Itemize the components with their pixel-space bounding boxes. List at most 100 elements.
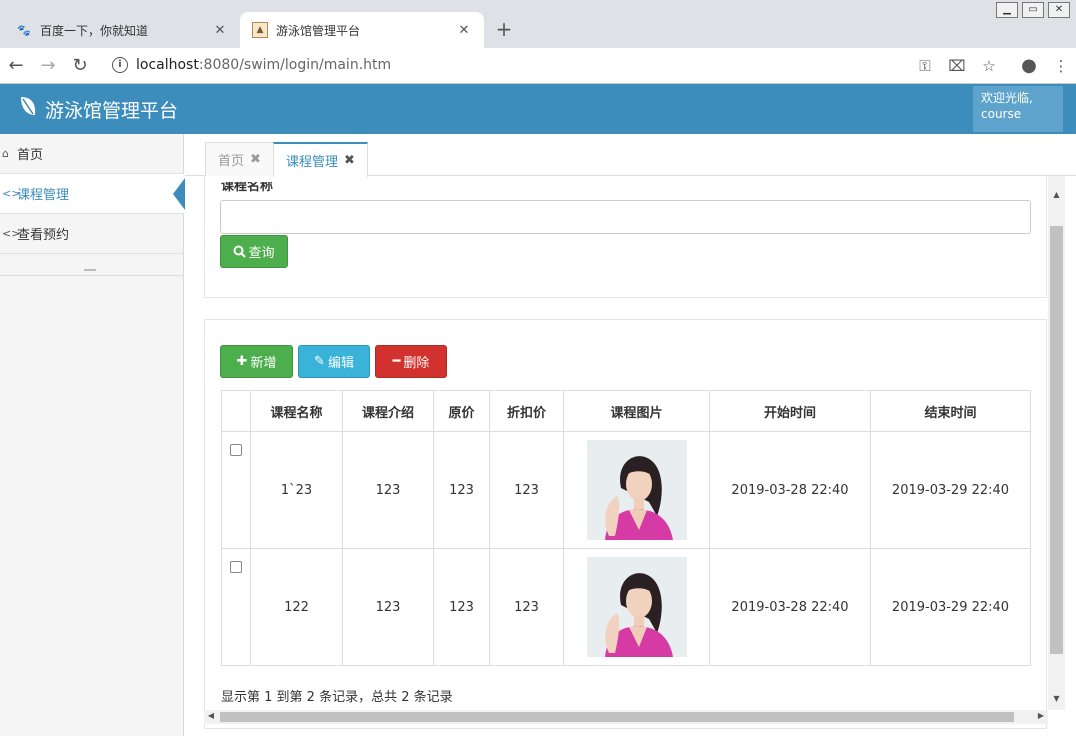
site-info-icon[interactable]: i bbox=[112, 57, 128, 73]
scroll-right-arrow-icon[interactable]: ▶ bbox=[1034, 711, 1048, 720]
course-intro-cell: 123 bbox=[342, 548, 434, 666]
minimize-button[interactable]: ▁ bbox=[996, 2, 1018, 18]
course-photo bbox=[586, 440, 687, 540]
browser-tab-baidu[interactable]: 🐾 百度一下，你就知道 ✕ bbox=[4, 12, 240, 48]
reload-icon[interactable]: ↻ bbox=[68, 54, 92, 78]
course-name-input[interactable] bbox=[220, 200, 1031, 234]
sidebar-item-label: 查看预约 bbox=[17, 228, 70, 243]
sidebar-item-label: 课程管理 bbox=[17, 188, 70, 203]
end-time-cell: 2019-03-29 22:40 bbox=[870, 431, 1031, 549]
site-favicon-icon: ▲ bbox=[252, 22, 268, 38]
pagination-info: 显示第 1 到第 2 条记录，总共 2 条记录 bbox=[221, 690, 453, 705]
window-close-button[interactable]: ✕ bbox=[1048, 2, 1070, 18]
address-bar[interactable]: localhost:8080/swim/login/main.htm bbox=[136, 57, 391, 73]
edit-button[interactable]: ✎ 编辑 bbox=[298, 345, 370, 378]
forward-arrow-icon[interactable]: → bbox=[36, 54, 60, 78]
app-header: 游泳馆管理平台 欢迎光临, course bbox=[0, 84, 1076, 134]
select-cell bbox=[221, 431, 251, 549]
row-checkbox[interactable] bbox=[230, 561, 242, 573]
column-header[interactable]: 折扣价 bbox=[489, 390, 564, 432]
add-button[interactable]: ✚ 新增 bbox=[220, 345, 293, 378]
new-tab-button[interactable]: + bbox=[492, 18, 516, 42]
edit-button-label: 编辑 bbox=[327, 356, 354, 371]
end-time-cell: 2019-03-29 22:40 bbox=[870, 548, 1031, 666]
code-icon: <> bbox=[2, 227, 21, 240]
column-header[interactable]: 课程图片 bbox=[563, 390, 710, 432]
close-icon[interactable]: ✕ bbox=[456, 23, 472, 38]
close-icon[interactable]: ✖ bbox=[344, 153, 355, 168]
url-host: localhost bbox=[136, 57, 199, 73]
column-header[interactable]: 原价 bbox=[433, 390, 490, 432]
search-button[interactable]: 查询 bbox=[220, 235, 288, 268]
course-name-label: 课程名称 bbox=[221, 182, 274, 192]
row-checkbox[interactable] bbox=[230, 444, 242, 456]
menu-dots-icon[interactable]: ⋮ bbox=[1050, 55, 1072, 77]
welcome-text: 欢迎光临, bbox=[981, 91, 1033, 105]
key-icon[interactable]: ⚿ bbox=[914, 55, 936, 77]
add-button-label: 新增 bbox=[250, 356, 277, 371]
sidebar-item-label: 首页 bbox=[17, 148, 44, 163]
welcome-user-box[interactable]: 欢迎光临, course bbox=[973, 86, 1063, 132]
sidebar-collapse-handle[interactable] bbox=[0, 264, 184, 276]
course-image-cell bbox=[563, 548, 710, 666]
app-title: 游泳馆管理平台 bbox=[45, 100, 179, 122]
leaf-logo-icon bbox=[21, 97, 36, 115]
course-table: 课程名称 课程介绍 原价 折扣价 课程图片 开始时间 结束时间 1`23 123… bbox=[221, 390, 1031, 666]
column-header[interactable]: 结束时间 bbox=[870, 390, 1031, 432]
horizontal-scrollbar[interactable]: ◀ ▶ bbox=[204, 710, 1048, 724]
column-header[interactable]: 开始时间 bbox=[709, 390, 871, 432]
window-controls: ▁ ▭ ✕ bbox=[996, 2, 1070, 18]
delete-button[interactable]: ━ 删除 bbox=[375, 345, 447, 378]
bookmark-star-icon[interactable]: ☆ bbox=[978, 55, 1000, 77]
discount-cell: 123 bbox=[489, 548, 564, 666]
start-time-cell: 2019-03-28 22:40 bbox=[709, 548, 871, 666]
price-cell: 123 bbox=[433, 431, 490, 549]
scroll-left-arrow-icon[interactable]: ◀ bbox=[204, 711, 218, 720]
scroll-down-arrow-icon[interactable]: ▼ bbox=[1048, 694, 1065, 703]
tab-home[interactable]: 首页 ✖ bbox=[205, 142, 274, 176]
content-tab-strip: 首页 ✖ 课程管理 ✖ bbox=[185, 134, 1076, 177]
course-image-cell bbox=[563, 431, 710, 549]
plus-icon: ✚ bbox=[236, 354, 248, 369]
search-icon bbox=[233, 245, 247, 258]
column-header[interactable]: 课程介绍 bbox=[342, 390, 434, 432]
translate-icon[interactable]: ⌧ bbox=[946, 55, 968, 77]
select-cell bbox=[221, 548, 251, 666]
delete-button-label: 删除 bbox=[403, 356, 430, 371]
browser-tab-title: 百度一下，你就知道 bbox=[40, 23, 149, 38]
table-row[interactable]: 1`23 123 123 123 2019-03-28 22:40 2019-0… bbox=[221, 431, 1031, 549]
sidebar-item-view-bookings[interactable]: <> 查看预约 bbox=[0, 214, 184, 254]
url-path: :8080/swim/login/main.htm bbox=[198, 57, 392, 73]
vertical-scrollbar[interactable]: ▲ ▼ bbox=[1048, 176, 1065, 710]
baidu-paw-icon: 🐾 bbox=[17, 23, 31, 37]
scroll-up-arrow-icon[interactable]: ▲ bbox=[1048, 190, 1065, 199]
start-time-cell: 2019-03-28 22:40 bbox=[709, 431, 871, 549]
browser-tab-title: 游泳馆管理平台 bbox=[276, 23, 361, 38]
search-button-label: 查询 bbox=[248, 246, 275, 261]
profile-icon[interactable]: ● bbox=[1018, 55, 1040, 77]
table-row[interactable]: 122 123 123 123 2019-03-28 22:40 2019-03… bbox=[221, 548, 1031, 666]
sidebar-item-home[interactable]: ⌂ 首页 bbox=[0, 134, 184, 174]
tab-course-management[interactable]: 课程管理 ✖ bbox=[273, 142, 368, 177]
course-intro-cell: 123 bbox=[342, 431, 434, 549]
browser-tab-swim[interactable]: ▲ 游泳馆管理平台 ✕ bbox=[240, 12, 484, 48]
horizontal-scroll-thumb[interactable] bbox=[220, 712, 1014, 722]
edit-icon: ✎ bbox=[314, 354, 325, 369]
price-cell: 123 bbox=[433, 548, 490, 666]
discount-cell: 123 bbox=[489, 431, 564, 549]
column-header[interactable]: 课程名称 bbox=[250, 390, 343, 432]
vertical-scroll-thumb[interactable] bbox=[1050, 226, 1063, 654]
browser-toolbar: ← → ↻ i localhost:8080/swim/login/main.h… bbox=[0, 48, 1076, 84]
sidebar-item-course-management[interactable]: <> 课程管理 bbox=[0, 174, 185, 214]
maximize-button[interactable]: ▭ bbox=[1022, 2, 1044, 18]
select-column-header bbox=[221, 390, 251, 432]
main-content: 首页 ✖ 课程管理 ✖ 课程名称 查询 ✚ 新增 ✎ 编辑 ━ 删除 课程名称 … bbox=[185, 134, 1076, 736]
back-arrow-icon[interactable]: ← bbox=[4, 54, 28, 78]
sidebar: ⌂ 首页 <> 课程管理 <> 查看预约 bbox=[0, 134, 185, 736]
grip-icon bbox=[84, 269, 96, 271]
code-icon: <> bbox=[2, 187, 21, 200]
active-indicator-arrow bbox=[173, 178, 185, 210]
close-icon[interactable]: ✕ bbox=[212, 23, 228, 38]
minus-icon: ━ bbox=[392, 354, 401, 369]
close-icon[interactable]: ✖ bbox=[250, 152, 261, 167]
